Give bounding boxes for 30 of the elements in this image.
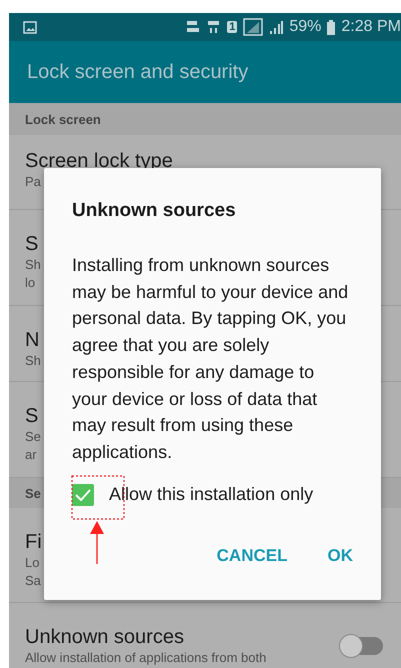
setting-title[interactable]: N bbox=[25, 328, 40, 352]
setting-description: Se bbox=[25, 428, 41, 446]
sim-indicator: 1 bbox=[227, 21, 238, 33]
arrow bbox=[90, 521, 104, 564]
setting-description: lo bbox=[25, 274, 36, 292]
signal-icon bbox=[269, 20, 284, 34]
setting-description: Sh bbox=[25, 256, 41, 274]
battery-percent: 59% bbox=[289, 18, 322, 36]
clock-time: 2:28 PM bbox=[341, 18, 401, 36]
section-header: Se bbox=[25, 486, 41, 500]
setting-description: Sa bbox=[25, 572, 41, 590]
setting-description: Lo bbox=[25, 554, 40, 572]
setting-title[interactable]: Fi bbox=[25, 530, 42, 554]
setting-description: Allow installation of applications from both bbox=[25, 649, 266, 667]
setting-description: Sh bbox=[25, 352, 41, 370]
setting-title[interactable]: Unknown sources bbox=[25, 625, 184, 649]
setting-description: Pa bbox=[25, 173, 41, 191]
dialog-title: Unknown sources bbox=[72, 200, 237, 222]
checkbox[interactable] bbox=[72, 484, 94, 506]
setting-title[interactable]: S bbox=[25, 404, 38, 428]
dialog-message: Installing from unknown sources may be harmful to your device and personal data. By tapping OK, you agree that you are solely responsible for any damage to your device or loss of data that may result from using these applications. bbox=[72, 254, 350, 464]
battery-icon bbox=[327, 20, 336, 34]
signal-icon bbox=[243, 18, 264, 36]
toggle-switch[interactable] bbox=[341, 637, 383, 655]
gallery-icon bbox=[23, 20, 37, 34]
setting-description: ar bbox=[25, 446, 37, 464]
section-header: Lock screen bbox=[25, 112, 101, 126]
setting-title[interactable]: S bbox=[25, 232, 38, 256]
screen-title: Lock screen and security bbox=[27, 60, 248, 84]
checkbox-label[interactable]: Allow this installation only bbox=[109, 484, 314, 506]
